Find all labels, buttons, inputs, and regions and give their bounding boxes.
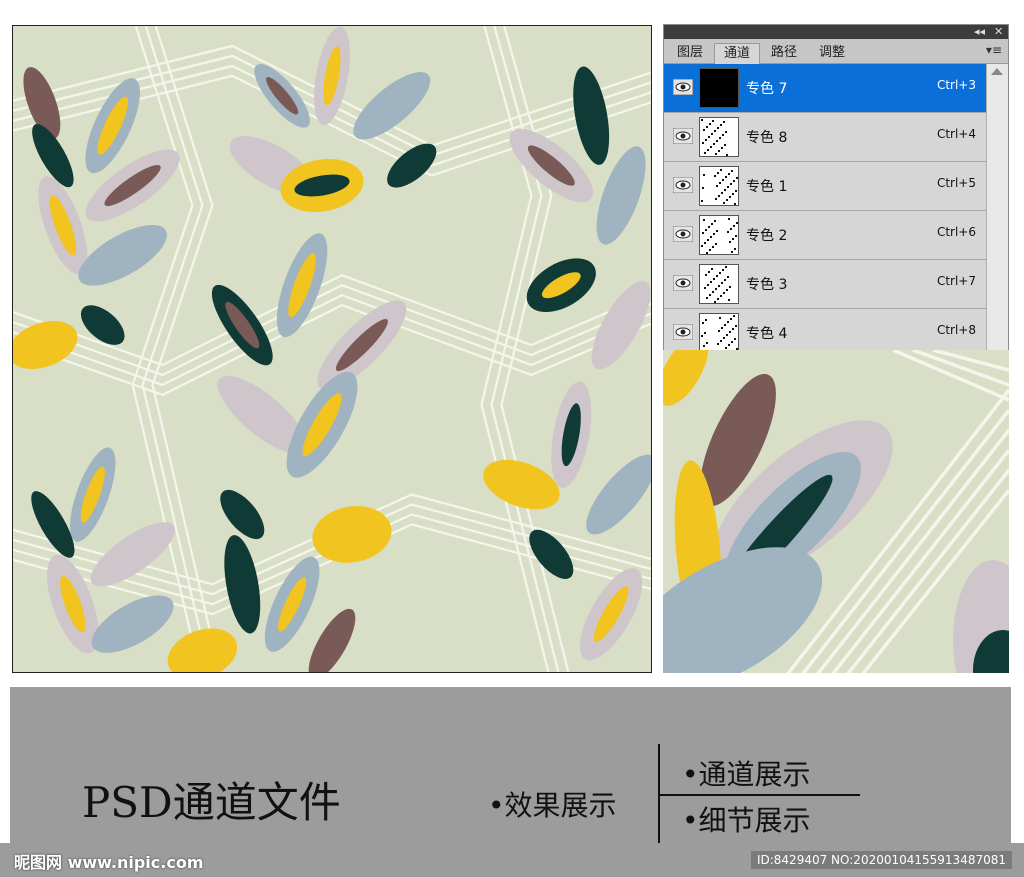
eye-icon[interactable] [673, 275, 693, 291]
channel-shortcut: Ctrl+8 [936, 323, 976, 337]
channel-row[interactable]: 专色 4 Ctrl+8 [664, 309, 986, 351]
channel-shortcut: Ctrl+5 [936, 176, 976, 190]
tab-paths[interactable]: 路径 [762, 43, 806, 63]
leaf-cluster-top [229, 26, 437, 213]
eye-icon[interactable] [673, 79, 693, 95]
scroll-up-icon[interactable] [991, 68, 1003, 75]
panel-menu-icon[interactable]: ▾≡ [986, 43, 1002, 57]
channel-shortcut: Ctrl+6 [936, 225, 976, 239]
collapse-icon[interactable]: ◂◂ [974, 25, 985, 39]
pattern-artwork [13, 26, 651, 672]
bullet-detail: •细节展示 [682, 804, 811, 837]
tab-layers[interactable]: 图层 [668, 43, 712, 63]
detail-preview [663, 350, 1009, 673]
channel-thumbnail [699, 166, 739, 206]
channel-shortcut: Ctrl+7 [936, 274, 976, 288]
eye-icon[interactable] [673, 226, 693, 242]
channel-name: 专色 3 [746, 277, 788, 293]
info-banner: PSD通道文件 •效果展示 •通道展示 •细节展示 [10, 687, 1011, 844]
channel-row[interactable]: 专色 2 Ctrl+6 [664, 211, 986, 260]
watermark-footer: 昵图网 www.nipic.com ID:8429407 NO:20200104… [0, 843, 1024, 877]
bullet-effect: •效果展示 [488, 789, 617, 822]
channel-thumbnail [699, 68, 739, 108]
leaf-cluster-center [211, 233, 407, 563]
channel-thumbnail [699, 313, 739, 351]
tab-adjustments[interactable]: 调整 [810, 43, 854, 63]
panel-tabs: 图层 通道 路径 调整 ▾≡ [664, 39, 1008, 64]
leaf-cluster-lower-right [483, 381, 651, 661]
channel-shortcut: Ctrl+4 [936, 127, 976, 141]
leaf-cluster-lower-left [31, 447, 175, 654]
channel-name: 专色 8 [746, 130, 788, 146]
detail-artwork [663, 350, 1009, 673]
channel-list: 专色 7 Ctrl+3 专色 8 Ctrl+4 专色 1 Ctrl+5 专色 2… [664, 64, 986, 351]
channel-thumbnail [699, 264, 739, 304]
channel-name: 专色 1 [746, 179, 788, 195]
banner-title: PSD通道文件 [82, 778, 341, 827]
bullet-channel: •通道展示 [682, 758, 811, 791]
eye-icon[interactable] [673, 177, 693, 193]
eye-icon[interactable] [673, 128, 693, 144]
eye-icon[interactable] [673, 324, 693, 340]
channel-name: 专色 2 [746, 228, 788, 244]
image-id: ID:8429407 NO:20200104155913487081 [750, 851, 1012, 869]
pattern-preview [12, 25, 652, 673]
panel-titlebar: ◂◂ ✕ [664, 25, 1008, 39]
panel-scrollbar[interactable] [986, 64, 1008, 351]
channel-thumbnail [699, 215, 739, 255]
close-icon[interactable]: ✕ [994, 25, 1003, 39]
channels-panel: ◂◂ ✕ 图层 通道 路径 调整 ▾≡ 专色 7 Ctrl+3 专色 8 Ctr… [663, 24, 1009, 352]
channel-row[interactable]: 专色 7 Ctrl+3 [664, 64, 986, 113]
channel-name: 专色 7 [746, 81, 788, 97]
detail-leaf [663, 350, 709, 406]
channel-row[interactable]: 专色 3 Ctrl+7 [664, 260, 986, 309]
channel-thumbnail [699, 117, 739, 157]
channel-shortcut: Ctrl+3 [936, 78, 976, 92]
channel-row[interactable]: 专色 1 Ctrl+5 [664, 162, 986, 211]
tab-channels[interactable]: 通道 [714, 43, 760, 64]
channel-name: 专色 4 [746, 326, 788, 342]
channel-row[interactable]: 专色 8 Ctrl+4 [664, 113, 986, 162]
site-watermark: 昵图网 www.nipic.com [14, 853, 204, 872]
divider-horizontal [660, 794, 860, 796]
